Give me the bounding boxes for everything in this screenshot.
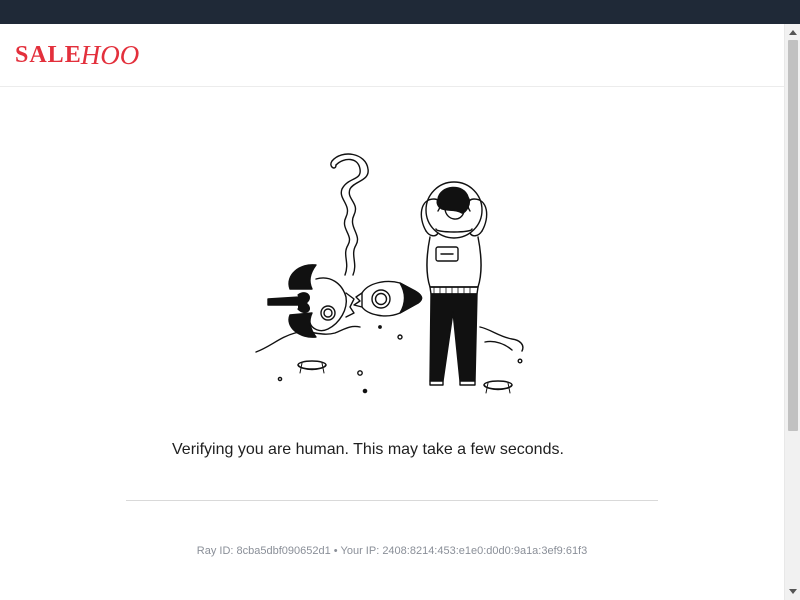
scroll-up-arrow-icon[interactable] xyxy=(785,24,800,40)
ip-value: 2408:8214:453:e1e0:d0d0:9a1a:3ef9:61f3 xyxy=(382,545,588,557)
logo-text-hoo: HOO xyxy=(80,40,140,70)
verification-message: Verifying you are human. This may take a… xyxy=(172,441,564,458)
astronaut-crashed-rocket-illustration xyxy=(255,153,524,394)
ray-id-label: Ray ID: xyxy=(196,545,234,557)
ray-id-value: 8cba5dbf090652d1 xyxy=(236,545,331,557)
footer-info: Ray ID: 8cba5dbf090652d1 • Your IP: 2408… xyxy=(126,544,658,558)
browser-top-bar xyxy=(0,0,800,24)
challenge-page: SALE HOO Verifying you are human. This m… xyxy=(0,24,784,600)
scroll-down-arrow-icon[interactable] xyxy=(785,584,800,600)
site-header: SALE HOO xyxy=(0,24,784,87)
logo-text-sale: SALE xyxy=(15,42,82,68)
vertical-scrollbar[interactable] xyxy=(784,24,800,600)
footer-separator: • xyxy=(333,545,338,557)
ip-label: Your IP: xyxy=(340,545,380,557)
footer-divider xyxy=(126,500,658,501)
salehoo-logo: SALE HOO xyxy=(15,40,139,70)
scrollbar-thumb[interactable] xyxy=(788,40,798,431)
